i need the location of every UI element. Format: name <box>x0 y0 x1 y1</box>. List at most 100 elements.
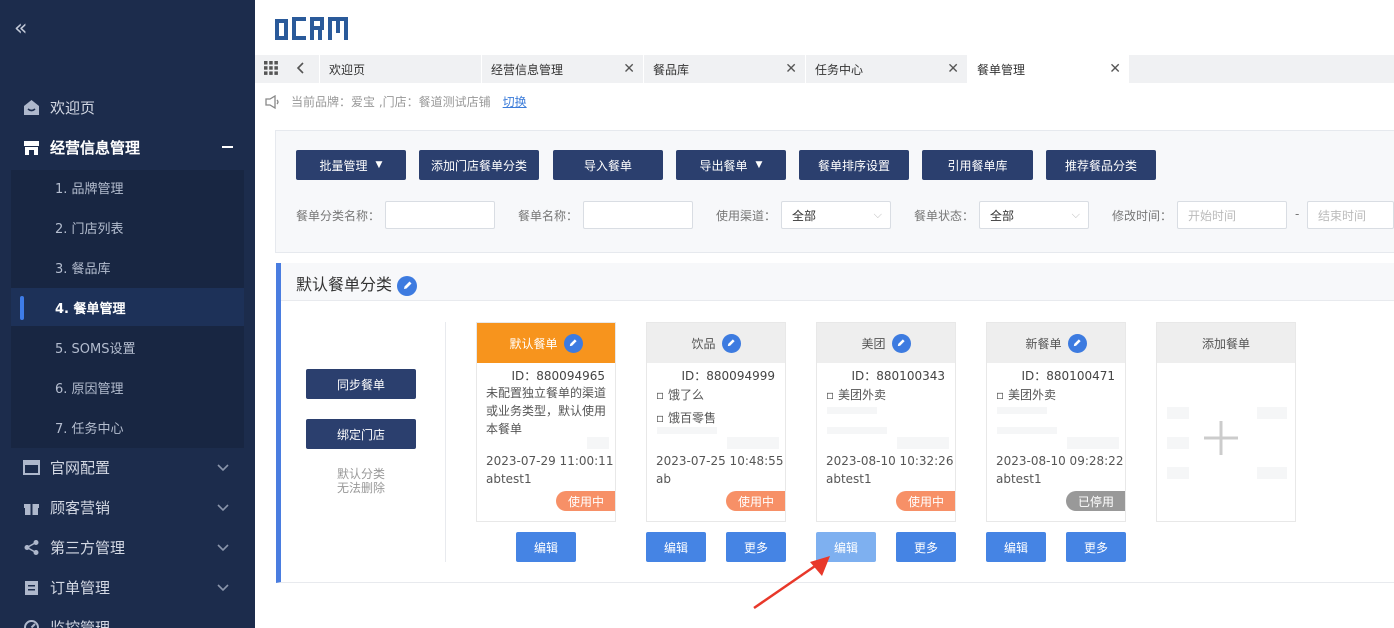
card-title: 新餐单 <box>1025 336 1062 351</box>
menu-name-input[interactable] <box>583 201 693 229</box>
menu-card-meituan[interactable]: 美团 ID：880100343 ▫ 美团外卖 2023-08-10 10:32:… <box>816 322 956 522</box>
menu-card-drinks[interactable]: 饮品 ID：880094999 ▫ 饿了么 ▫ 饿百零售 2023-07-25 … <box>646 322 786 522</box>
collapse-sidebar-icon[interactable]: « <box>14 18 27 40</box>
sync-menu-button[interactable]: 同步餐单 <box>306 369 416 399</box>
submenu-item-menu-management[interactable]: 4. 餐单管理 <box>11 288 244 326</box>
tab-dish-library[interactable]: 餐品库 ✕ <box>643 55 805 83</box>
close-icon[interactable]: ✕ <box>1109 61 1121 77</box>
card-date: 2023-07-25 10:48:55 <box>656 454 784 468</box>
monitor-icon <box>22 618 40 628</box>
edit-icon[interactable] <box>891 333 911 353</box>
menu-item-orders[interactable]: 订单管理 <box>0 567 255 607</box>
menu-card-new[interactable]: 新餐单 ID：880100471 ▫ 美团外卖 2023-08-10 09:28… <box>986 322 1126 522</box>
submenu-item-stores[interactable]: 2. 门店列表 <box>11 208 244 246</box>
submenu-label: 7. 任务中心 <box>55 421 124 437</box>
menu-item-third-party[interactable]: 第三方管理 <box>0 527 255 567</box>
submenu-label: 3. 餐品库 <box>55 261 111 277</box>
card-header: 美团 <box>817 323 955 363</box>
tab-menu-management[interactable]: 餐单管理 ✕ <box>967 55 1129 83</box>
home-icon <box>22 98 40 116</box>
plus-icon[interactable] <box>1204 421 1238 455</box>
menu-item-marketing[interactable]: 顾客营销 <box>0 487 255 527</box>
collapse-minus-icon[interactable] <box>222 146 233 148</box>
submenu-item-brand[interactable]: 1. 品牌管理 <box>11 168 244 206</box>
placeholder-block <box>587 437 609 449</box>
submenu-label: 4. 餐单管理 <box>55 301 126 317</box>
batch-manage-button[interactable]: 批量管理 ▼ <box>296 150 406 180</box>
tab-label: 餐品库 <box>653 62 690 77</box>
card-id: ID：880094965 <box>511 369 606 383</box>
chevron-down-icon <box>217 584 229 592</box>
category-name-input[interactable] <box>385 201 495 229</box>
card-user: ab <box>656 472 671 486</box>
submenu-item-tasks[interactable]: 7. 任务中心 <box>11 408 244 446</box>
submenu-item-soms[interactable]: 5. SOMS设置 <box>11 328 244 366</box>
menu-item-website[interactable]: 官网配置 <box>0 447 255 487</box>
menu-item-label: 经营信息管理 <box>50 138 141 157</box>
import-menu-button[interactable]: 导入餐单 <box>553 150 663 180</box>
close-icon[interactable]: ✕ <box>785 61 797 77</box>
edit-icon[interactable] <box>1067 333 1087 353</box>
submenu-item-dish-library[interactable]: 3. 餐品库 <box>11 248 244 286</box>
edit-icon[interactable] <box>397 275 418 296</box>
menu-item-monitoring[interactable]: 监控管理 <box>0 607 255 628</box>
placeholder: 结束时间 <box>1318 208 1367 223</box>
add-store-category-button[interactable]: 添加门店餐单分类 <box>419 150 539 180</box>
channel-item: ▫ 美团外卖 <box>826 388 886 402</box>
menu-sort-settings-button[interactable]: 餐单排序设置 <box>799 150 909 180</box>
card-id: ID：880100471 <box>1021 369 1116 383</box>
button-label: 更多 <box>913 540 938 555</box>
button-label: 同步餐单 <box>336 377 385 392</box>
placeholder-block <box>997 427 1057 434</box>
menu-item-label: 订单管理 <box>50 578 111 597</box>
divider <box>445 322 446 562</box>
button-label: 导入餐单 <box>583 158 632 173</box>
start-time-input[interactable]: 开始时间 <box>1177 201 1287 229</box>
card-header: 新餐单 <box>987 323 1125 363</box>
tab-scroll-left-icon[interactable] <box>294 61 306 75</box>
edit-button[interactable]: 编辑 <box>516 532 576 562</box>
menu-item-welcome[interactable]: 欢迎页 <box>0 87 255 127</box>
submenu-label: 6. 原因管理 <box>55 381 124 397</box>
button-label: 更多 <box>1083 540 1108 555</box>
tab-task-center[interactable]: 任务中心 ✕ <box>805 55 967 83</box>
card-header: 默认餐单 <box>477 323 615 363</box>
switch-link[interactable]: 切换 <box>503 93 527 110</box>
button-label: 编辑 <box>833 540 858 555</box>
submenu-label: 5. SOMS设置 <box>55 341 136 357</box>
end-time-input[interactable]: 结束时间 <box>1307 201 1394 229</box>
edit-button[interactable]: 编辑 <box>646 532 706 562</box>
tab-label: 餐单管理 <box>977 62 1026 77</box>
export-menu-button[interactable]: 导出餐单 ▼ <box>676 150 786 180</box>
reference-menu-library-button[interactable]: 引用餐单库 <box>922 150 1033 180</box>
menu-item-business[interactable]: 经营信息管理 <box>0 127 255 167</box>
placeholder-block <box>997 407 1047 414</box>
submenu-item-reasons[interactable]: 6. 原因管理 <box>11 368 244 406</box>
status-badge: 使用中 <box>896 491 955 511</box>
menu-item-label: 顾客营销 <box>50 498 111 517</box>
close-icon[interactable]: ✕ <box>623 61 635 77</box>
button-label: 导出餐单 <box>699 158 748 173</box>
more-button[interactable]: 更多 <box>896 532 956 562</box>
button-label: 添加门店餐单分类 <box>430 158 527 173</box>
channel-item: ▫ 饿了么 <box>656 388 704 402</box>
tab-welcome[interactable]: 欢迎页 <box>319 55 481 83</box>
button-label: 引用餐单库 <box>947 158 1008 173</box>
bind-store-button[interactable]: 绑定门店 <box>306 419 416 449</box>
close-icon[interactable]: ✕ <box>947 61 959 77</box>
more-button[interactable]: 更多 <box>1066 532 1126 562</box>
chevron-down-icon: ⌵ <box>1071 208 1080 221</box>
channel-select[interactable]: 全部 ⌵ <box>781 201 891 229</box>
select-value: 全部 <box>990 208 1015 223</box>
grid-menu-icon[interactable] <box>263 60 279 76</box>
edit-icon[interactable] <box>721 333 741 353</box>
menu-card-default[interactable]: 默认餐单 ID：880094965 未配置独立餐单的渠道或业务类型，默认使用本餐… <box>476 322 616 522</box>
edit-icon[interactable] <box>563 333 583 353</box>
recommend-category-button[interactable]: 推荐餐品分类 <box>1046 150 1156 180</box>
edit-button[interactable]: 编辑 <box>986 532 1046 562</box>
placeholder-block <box>657 427 717 434</box>
speaker-icon <box>265 94 279 109</box>
card-title: 饮品 <box>691 336 716 351</box>
status-select[interactable]: 全部 ⌵ <box>979 201 1089 229</box>
tab-business-info[interactable]: 经营信息管理 ✕ <box>481 55 643 83</box>
